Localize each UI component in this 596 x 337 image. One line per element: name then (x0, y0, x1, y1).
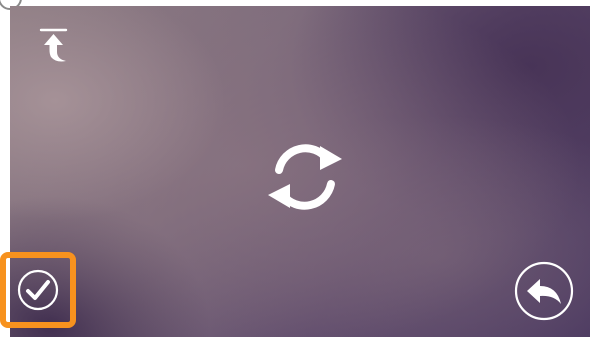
back-arrow-circle-icon[interactable] (513, 260, 575, 322)
checkmark-circle-icon (17, 269, 59, 311)
sync-refresh-icon[interactable] (260, 134, 350, 220)
confirm-button[interactable] (0, 252, 76, 328)
camera-preview-screen (10, 6, 590, 337)
app-frame (0, 0, 596, 337)
upload-arrow-icon[interactable] (36, 26, 80, 70)
